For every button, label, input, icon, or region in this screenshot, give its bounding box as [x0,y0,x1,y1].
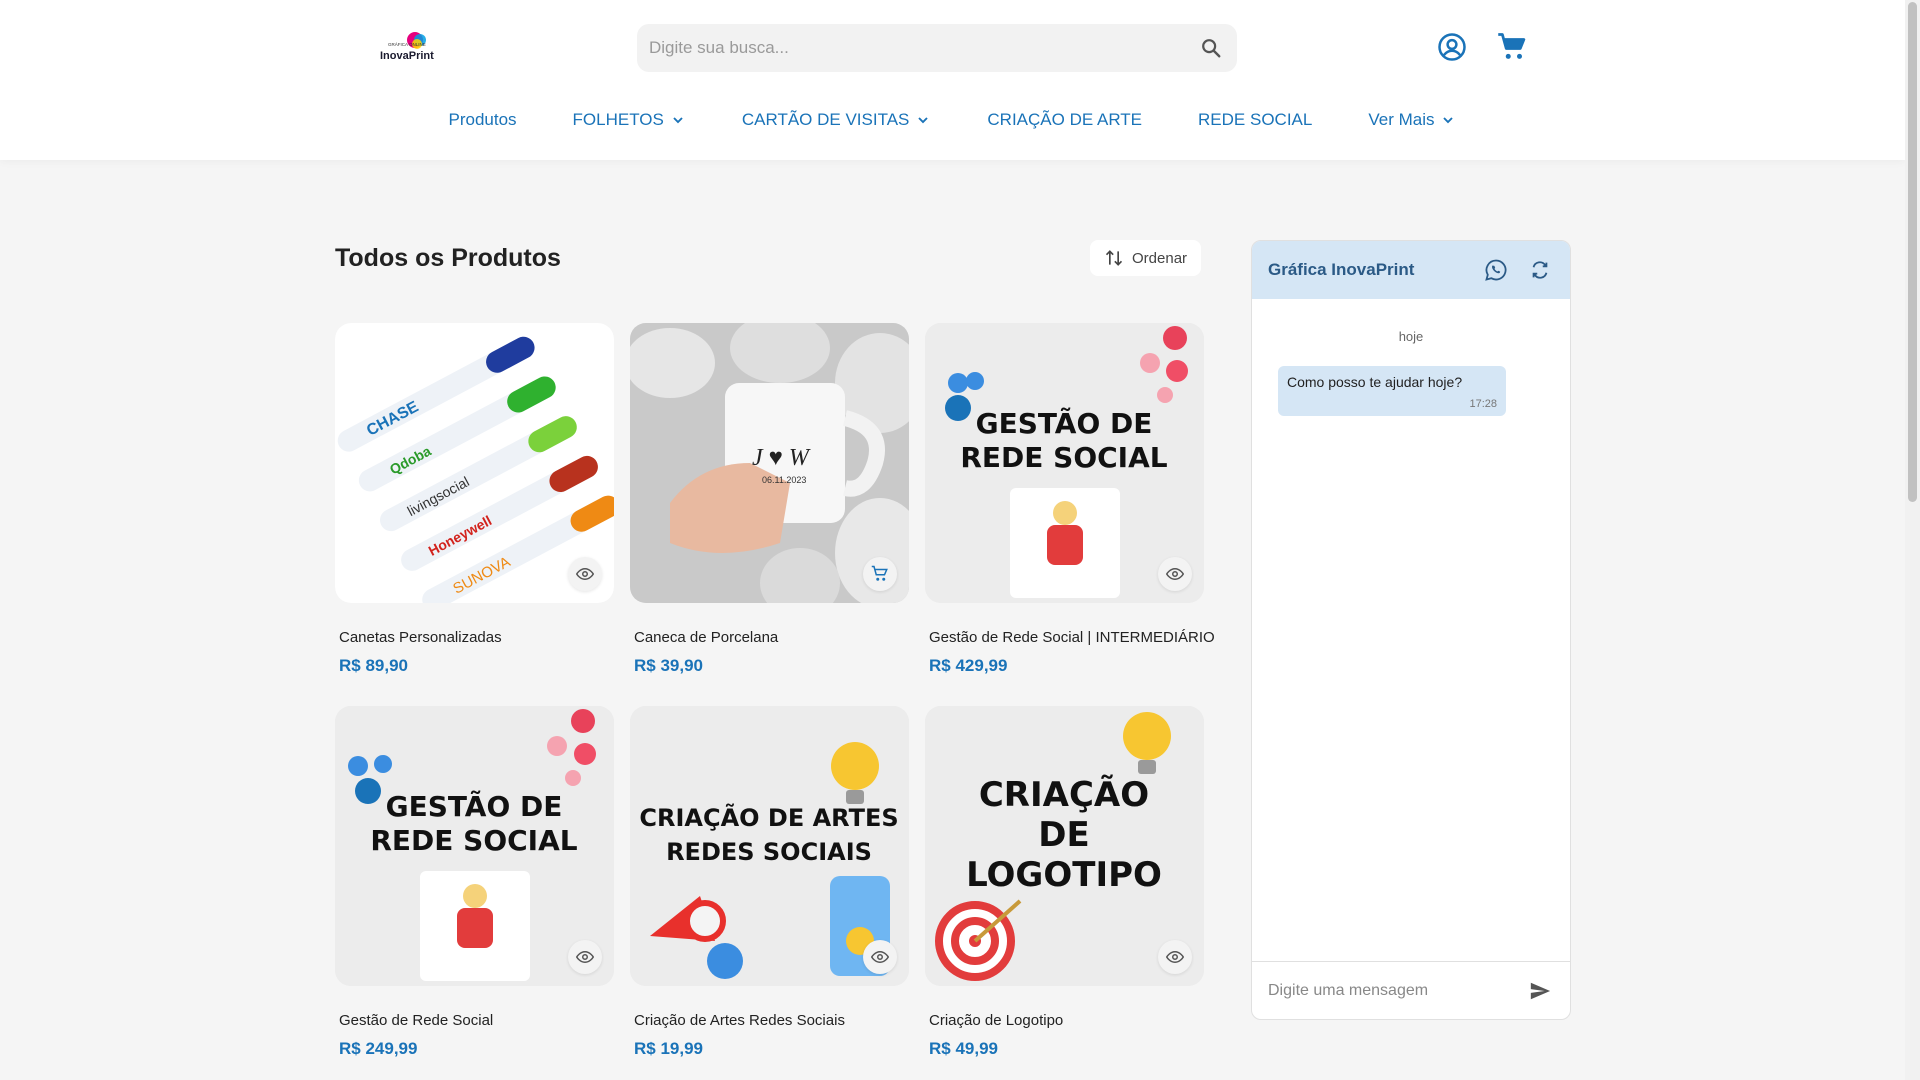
product-image[interactable]: J ♥ W 06.11.2023 [630,323,909,603]
product-card[interactable]: CHASE Qdoba livingsocial Honeywell SUNOV… [335,323,614,675]
chat-title: Gráfica InovaPrint [1268,260,1415,279]
svg-text:CRIAÇÃO: CRIAÇÃO [979,774,1149,815]
product-name[interactable]: Caneca de Porcelana [630,629,909,646]
svg-text:GRÁFICA ONLINE: GRÁFICA ONLINE [388,41,426,47]
sort-label: Ordenar [1132,249,1188,267]
svg-text:REDE SOCIAL: REDE SOCIAL [960,441,1167,474]
whatsapp-icon[interactable] [1482,256,1510,284]
sort-button[interactable]: Ordenar [1090,240,1202,276]
nav-label: Produtos [448,110,517,129]
product-name[interactable]: Gestão de Rede Social [335,1012,614,1029]
svg-text:J ♥ W: J ♥ W [752,445,811,471]
chat-widget: Gráfica InovaPrint hoje Como posso te aj… [1251,240,1571,1020]
chevron-down-icon [673,117,683,124]
site-header: GRÁFICA ONLINE InovaPrint Produtos FOLHE… [0,0,1905,160]
svg-text:LOGOTIPO: LOGOTIPO [966,855,1162,895]
page-scrollbar[interactable] [1905,0,1920,1080]
svg-text:06.11.2023: 06.11.2023 [762,475,806,485]
product-price: R$ 19,99 [634,1039,703,1058]
nav-item-ver-mais[interactable]: Ver Mais [1368,104,1456,136]
svg-text:CRIAÇÃO DE ARTES: CRIAÇÃO DE ARTES [639,803,898,832]
product-card[interactable]: J ♥ W 06.11.2023 Caneca de Porcelana R$ … [630,323,909,675]
product-card[interactable]: GESTÃO DE REDE SOCIAL Gestão de Rede Soc… [335,706,614,1058]
nav-item-rede-social[interactable]: REDE SOCIAL [1198,104,1312,136]
eye-icon[interactable] [1158,940,1192,974]
product-card[interactable]: CRIAÇÃO DE LOGOTIPO Criação de Logotipo … [925,706,1204,1058]
chat-message-input[interactable] [1268,981,1526,1000]
product-image[interactable]: CRIAÇÃO DE LOGOTIPO [925,706,1204,986]
chat-message-time: 17:28 [1469,398,1497,410]
chat-message: Como posso te ajudar hoje? 17:28 [1278,366,1506,416]
product-image[interactable]: CRIAÇÃO DE ARTES REDES SOCIAIS [630,706,909,986]
svg-text:GESTÃO DE: GESTÃO DE [386,789,563,823]
product-grid: CHASE Qdoba livingsocial Honeywell SUNOV… [335,323,1215,1058]
nav-label: REDE SOCIAL [1198,110,1313,129]
product-name[interactable]: Canetas Personalizadas [335,629,614,646]
main-nav: Produtos FOLHETOS CARTÃO DE VISITAS CRIA… [0,104,1905,136]
add-to-cart-icon[interactable] [863,557,897,591]
svg-text:REDES SOCIAIS: REDES SOCIAIS [666,838,872,866]
chat-message-text: Como posso te ajudar hoje? [1287,374,1463,390]
cart-icon[interactable] [1497,32,1527,62]
product-price: R$ 429,99 [929,656,1008,675]
product-image[interactable]: GESTÃO DE REDE SOCIAL [925,323,1204,603]
chat-date-label: hoje [1398,329,1424,344]
nav-item-folhetos[interactable]: FOLHETOS [573,104,686,136]
product-price: R$ 89,90 [339,656,408,675]
nav-item-cartao-de-visitas[interactable]: CARTÃO DE VISITAS [742,104,932,136]
svg-text:GESTÃO DE: GESTÃO DE [976,406,1153,440]
product-price: R$ 49,99 [929,1039,998,1058]
chevron-down-icon [1443,117,1454,124]
nav-item-criacao-de-arte[interactable]: CRIAÇÃO DE ARTE [987,104,1142,136]
product-name[interactable]: Criação de Artes Redes Sociais [630,1012,909,1029]
product-card[interactable]: CRIAÇÃO DE ARTES REDES SOCIAIS Criação d… [630,706,909,1058]
chat-header: Gráfica InovaPrint [1252,241,1570,299]
chevron-down-icon [918,117,929,124]
search-icon[interactable] [1197,34,1225,62]
nav-label: Ver Mais [1368,110,1435,129]
chat-input-bar [1252,961,1570,1019]
page-title: Todos os Produtos [335,244,561,272]
refresh-icon[interactable] [1526,256,1554,284]
eye-icon[interactable] [1158,557,1192,591]
svg-text:DE: DE [1038,815,1089,855]
product-name[interactable]: Criação de Logotipo [925,1012,1204,1029]
svg-text:InovaPrint: InovaPrint [380,50,434,62]
inovaprint-logo[interactable]: GRÁFICA ONLINE InovaPrint [378,30,440,66]
product-name[interactable]: Gestão de Rede Social | INTERMEDIÁRIO [925,629,1215,646]
sort-icon [1105,250,1123,266]
product-price: R$ 249,99 [339,1039,418,1058]
search-bar [637,24,1237,72]
nav-label: FOLHETOS [572,110,664,129]
eye-icon[interactable] [568,940,602,974]
svg-text:REDE SOCIAL: REDE SOCIAL [370,824,577,857]
product-price: R$ 39,90 [634,656,703,675]
nav-item-produtos[interactable]: Produtos [449,104,517,136]
send-icon[interactable] [1526,977,1554,1005]
product-image[interactable]: CHASE Qdoba livingsocial Honeywell SUNOV… [335,323,614,603]
product-card[interactable]: GESTÃO DE REDE SOCIAL Gestão de Rede Soc… [925,323,1215,675]
search-input[interactable] [649,24,1197,72]
nav-label: CARTÃO DE VISITAS [741,110,910,129]
product-image[interactable]: GESTÃO DE REDE SOCIAL [335,706,614,986]
eye-icon[interactable] [568,557,602,591]
scrollbar-thumb[interactable] [1908,2,1917,502]
user-circle-icon[interactable] [1437,32,1467,62]
eye-icon[interactable] [863,940,897,974]
nav-label: CRIAÇÃO DE ARTE [987,110,1143,129]
